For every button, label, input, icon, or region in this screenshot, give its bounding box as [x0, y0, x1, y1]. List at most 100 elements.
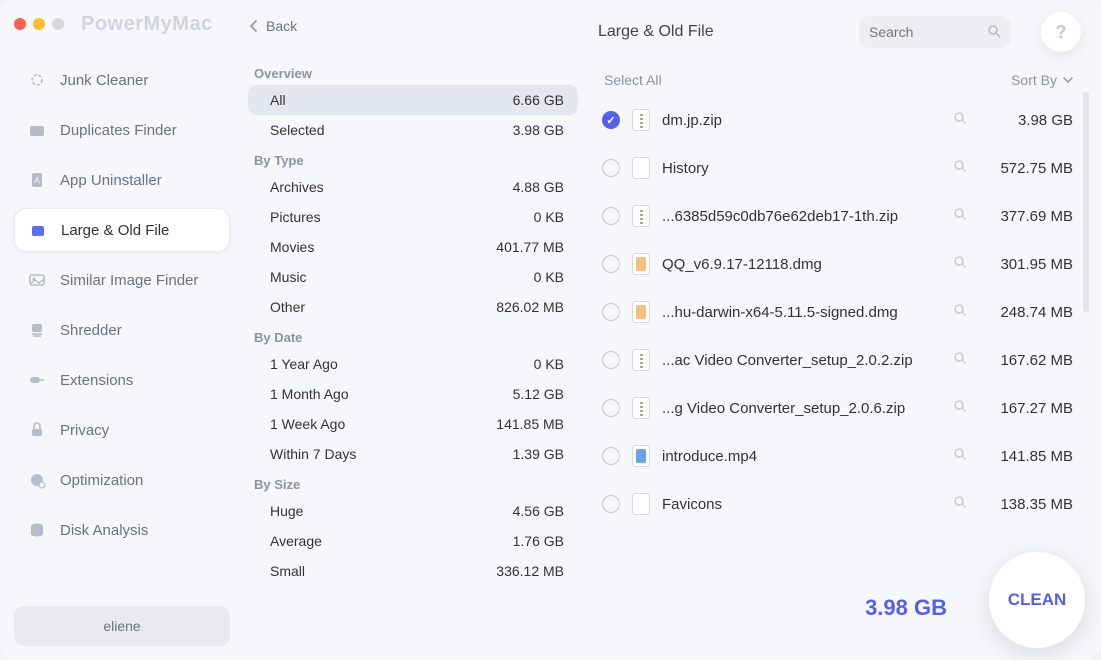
file-row[interactable]: ...6385d59c0db76e62deb17-1th.zip377.69 M…: [598, 192, 1077, 240]
category-within-7-days[interactable]: Within 7 Days1.39 GB: [248, 439, 578, 469]
category-label: Archives: [270, 179, 324, 195]
category-selected[interactable]: Selected3.98 GB: [248, 115, 578, 145]
svg-text:A: A: [34, 176, 40, 185]
file-row[interactable]: ...ac Video Converter_setup_2.0.2.zip 167…: [598, 336, 1077, 384]
file-checkbox[interactable]: [602, 207, 620, 225]
sidebar-item-large-old-file[interactable]: Large & Old File: [14, 208, 230, 252]
back-button[interactable]: Back: [248, 12, 578, 40]
chevron-down-icon: [1063, 75, 1073, 85]
category-label: Pictures: [270, 209, 321, 225]
help-button[interactable]: ?: [1041, 12, 1081, 52]
scrollbar[interactable]: [1083, 92, 1089, 542]
file-row[interactable]: introduce.mp4141.85 MB: [598, 432, 1077, 480]
sort-by-button[interactable]: Sort By: [1011, 72, 1073, 88]
file-size: 167.27 MB: [983, 400, 1073, 417]
category-average[interactable]: Average1.76 GB: [248, 526, 578, 556]
file-row[interactable]: dm.jp.zip3.98 GB: [598, 96, 1077, 144]
filetype-icon: [632, 349, 650, 371]
file-size: 572.75 MB: [983, 160, 1073, 177]
reveal-in-finder-button[interactable]: [953, 399, 971, 417]
sidebar-item-privacy[interactable]: Privacy: [14, 408, 230, 452]
file-checkbox[interactable]: [602, 255, 620, 273]
back-label: Back: [266, 18, 297, 34]
filetype-icon: [632, 253, 650, 275]
category-small[interactable]: Small336.12 MB: [248, 556, 578, 586]
category-music[interactable]: Music0 KB: [248, 262, 578, 292]
page-title: Large & Old File: [598, 23, 714, 41]
file-size: 167.62 MB: [983, 352, 1073, 369]
reveal-in-finder-button[interactable]: [953, 111, 971, 129]
window-minimize-button[interactable]: [33, 18, 45, 30]
app-name: PowerMyMac: [81, 13, 213, 36]
sidebar-item-extensions[interactable]: Extensions: [14, 358, 230, 402]
category-1-month-ago[interactable]: 1 Month Ago 5.12 GB: [248, 379, 578, 409]
category-size: 6.66 GB: [513, 92, 564, 108]
category-label: 1 Year Ago: [270, 356, 338, 372]
file-checkbox[interactable]: [602, 495, 620, 513]
file-checkbox[interactable]: [602, 303, 620, 321]
reveal-in-finder-button[interactable]: [953, 447, 971, 465]
category-size: 5.12 GB: [513, 386, 564, 402]
sidebar-item-label: Shredder: [60, 322, 122, 339]
category-movies[interactable]: Movies401.77 MB: [248, 232, 578, 262]
category-pictures[interactable]: Pictures0 KB: [248, 202, 578, 232]
file-name: ...g Video Converter_setup_2.0.6.zip: [662, 400, 941, 417]
file-checkbox[interactable]: [602, 111, 620, 129]
category-all[interactable]: All6.66 GB: [248, 85, 578, 115]
user-account-button[interactable]: eliene: [14, 606, 230, 646]
file-row[interactable]: ...g Video Converter_setup_2.0.6.zip 167.…: [598, 384, 1077, 432]
category-huge[interactable]: Huge4.56 GB: [248, 496, 578, 526]
sidebar-item-app-uninstaller[interactable]: AApp Uninstaller: [14, 158, 230, 202]
reveal-in-finder-button[interactable]: [953, 495, 971, 513]
file-name: Favicons: [662, 496, 941, 513]
filetype-icon: [632, 445, 650, 467]
window-zoom-button[interactable]: [52, 18, 64, 30]
reveal-in-finder-button[interactable]: [953, 255, 971, 273]
sidebar-item-disk-analysis[interactable]: Disk Analysis: [14, 508, 230, 552]
overview-label: Overview: [254, 66, 578, 81]
reveal-in-finder-button[interactable]: [953, 303, 971, 321]
search-icon: [987, 24, 1001, 41]
category-1-week-ago[interactable]: 1 Week Ago141.85 MB: [248, 409, 578, 439]
file-row[interactable]: QQ_v6.9.17-12118.dmg301.95 MB: [598, 240, 1077, 288]
file-row[interactable]: History 572.75 MB: [598, 144, 1077, 192]
titlebar: PowerMyMac: [14, 10, 230, 38]
file-checkbox[interactable]: [602, 447, 620, 465]
file-row[interactable]: ...hu-darwin-x64-5.11.5-signed.dmg248.74…: [598, 288, 1077, 336]
sidebar-item-optimization[interactable]: Optimization: [14, 458, 230, 502]
file-checkbox[interactable]: [602, 159, 620, 177]
nav-icon: A: [28, 171, 46, 189]
file-checkbox[interactable]: [602, 351, 620, 369]
chevron-left-icon: [248, 20, 260, 32]
category-label: 1 Month Ago: [270, 386, 349, 402]
file-name: ...ac Video Converter_setup_2.0.2.zip: [662, 352, 941, 369]
file-name: ...6385d59c0db76e62deb17-1th.zip: [662, 208, 941, 225]
file-name: History: [662, 160, 941, 177]
search-box[interactable]: [859, 16, 1011, 48]
file-checkbox[interactable]: [602, 399, 620, 417]
sidebar-item-junk-cleaner[interactable]: Junk Cleaner: [14, 58, 230, 102]
sidebar-item-duplicates-finder[interactable]: Duplicates Finder: [14, 108, 230, 152]
sidebar-item-label: Disk Analysis: [60, 522, 148, 539]
select-all-button[interactable]: Select All: [604, 72, 662, 88]
sidebar-item-shredder[interactable]: Shredder: [14, 308, 230, 352]
reveal-in-finder-button[interactable]: [953, 159, 971, 177]
bydate-label: By Date: [254, 330, 578, 345]
nav-icon: [28, 521, 46, 539]
category-1-year-ago[interactable]: 1 Year Ago0 KB: [248, 349, 578, 379]
sidebar: PowerMyMac Junk Cleaner Duplicates Finder…: [0, 0, 244, 660]
nav-icon: [28, 71, 46, 89]
sidebar-item-similar-image-finder[interactable]: Similar Image Finder: [14, 258, 230, 302]
category-archives[interactable]: Archives 4.88 GB: [248, 172, 578, 202]
search-input[interactable]: [869, 24, 981, 40]
reveal-in-finder-button[interactable]: [953, 351, 971, 369]
category-label: Other: [270, 299, 305, 315]
category-label: Selected: [270, 122, 324, 138]
file-row[interactable]: Favicons138.35 MB: [598, 480, 1077, 528]
reveal-in-finder-button[interactable]: [953, 207, 971, 225]
clean-button[interactable]: CLEAN: [989, 552, 1085, 648]
file-size: 141.85 MB: [983, 448, 1073, 465]
window-close-button[interactable]: [14, 18, 26, 30]
category-size: 4.88 GB: [513, 179, 564, 195]
category-other[interactable]: Other826.02 MB: [248, 292, 578, 322]
